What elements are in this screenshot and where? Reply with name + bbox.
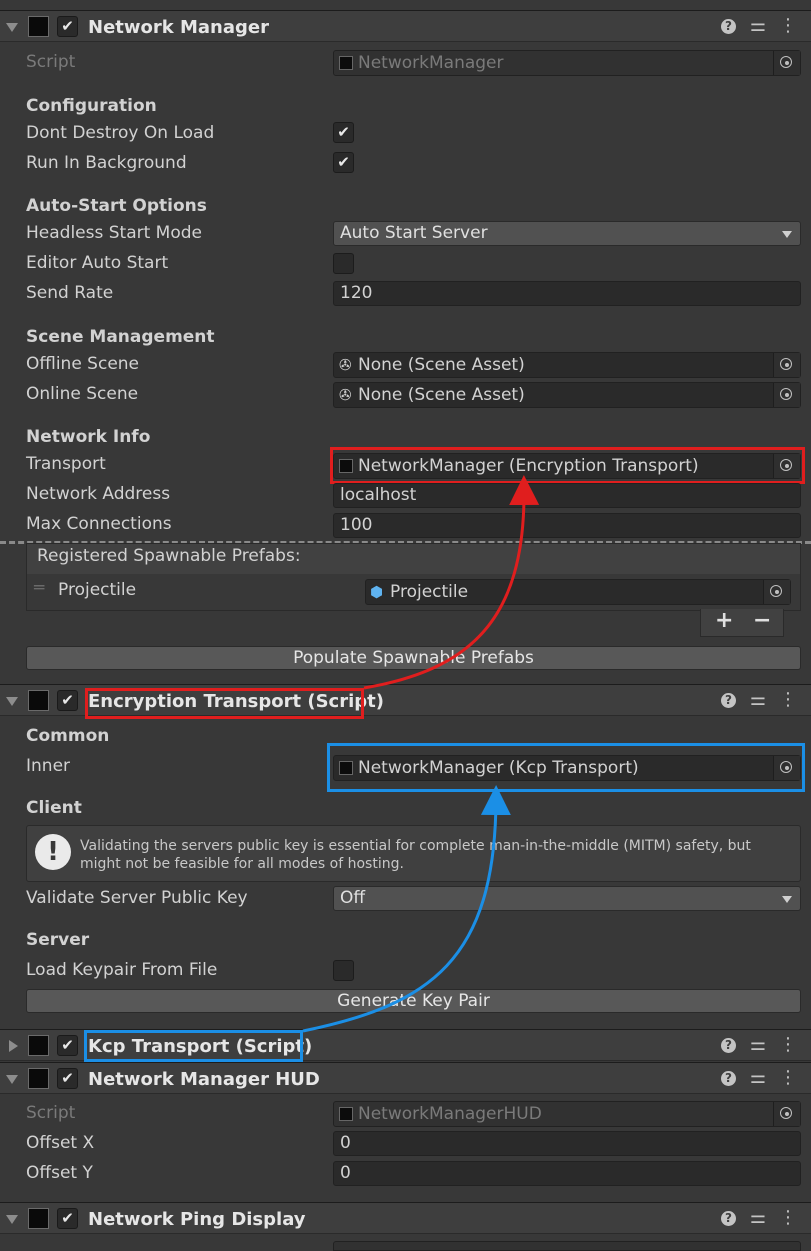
red-arrow: [363, 475, 540, 690]
annotation-arrows: [302, 475, 540, 1033]
blue-arrow: [302, 785, 511, 1033]
